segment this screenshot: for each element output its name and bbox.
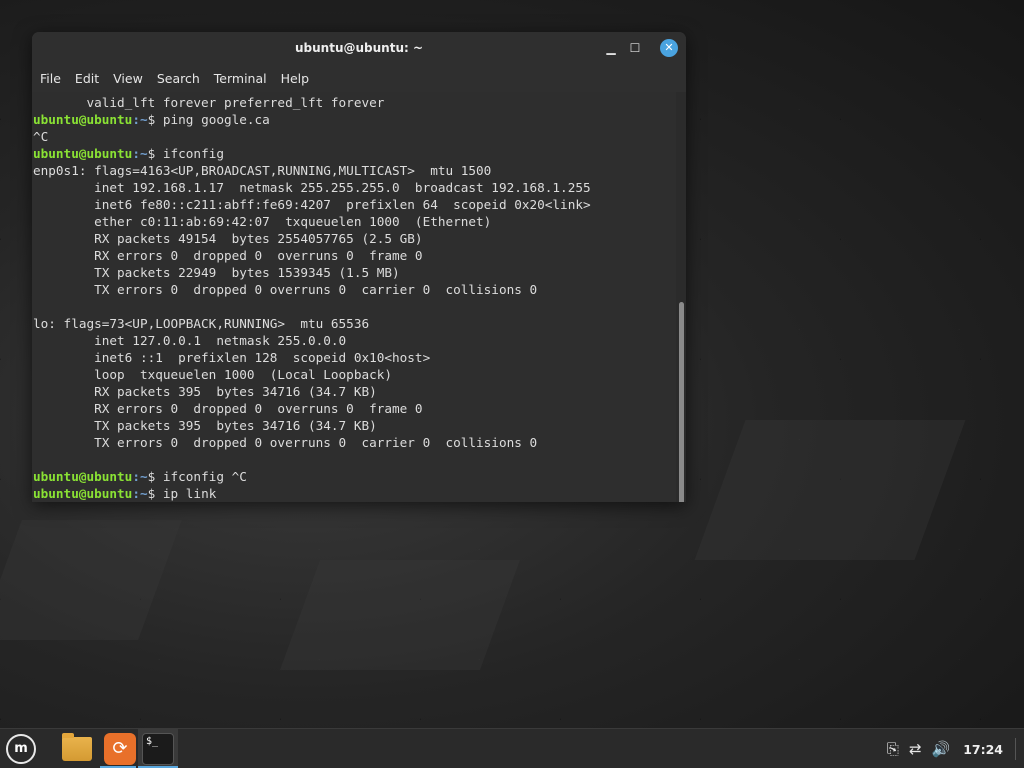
line-text: ether c0:11:ab:69:42:07 txqueuelen 1000 … bbox=[33, 214, 492, 229]
scrollbar-thumb[interactable] bbox=[679, 302, 684, 502]
mint-menu-button[interactable]: m bbox=[6, 734, 36, 764]
close-icon: ✕ bbox=[664, 41, 674, 54]
prompt-user: ubuntu@ubuntu bbox=[33, 146, 133, 161]
folder-icon bbox=[62, 733, 74, 738]
line-text: valid_lft forever preferred_lft forever bbox=[33, 95, 385, 110]
terminal-line: valid_lft forever preferred_lft forever bbox=[33, 94, 676, 111]
terminal-line: inet 192.168.1.17 netmask 255.255.255.0 … bbox=[33, 179, 676, 196]
menu-search[interactable]: Search bbox=[151, 71, 206, 86]
window-titlebar[interactable]: ubuntu@ubuntu: ~ ▁ ☐ ✕ bbox=[32, 32, 686, 64]
line-text: enp0s1: flags=4163<UP,BROADCAST,RUNNING,… bbox=[33, 163, 492, 178]
window-title: ubuntu@ubuntu: ~ bbox=[294, 41, 424, 55]
files-launcher-button[interactable] bbox=[62, 733, 92, 761]
line-text: RX packets 49154 bytes 2554057765 (2.5 G… bbox=[33, 231, 423, 246]
prompt-user: ubuntu@ubuntu bbox=[33, 112, 133, 127]
maximize-button[interactable]: ☐ bbox=[626, 39, 644, 57]
terminal-output[interactable]: valid_lft forever preferred_lft forever u… bbox=[32, 92, 676, 502]
prompt-path: :~ bbox=[132, 469, 148, 484]
line-text: lo: flags=73<UP,LOOPBACK,RUNNING> mtu 65… bbox=[33, 316, 370, 331]
terminal-line: inet 127.0.0.1 netmask 255.0.0.0 bbox=[33, 332, 676, 349]
terminal-line: ubuntu@ubuntu:~$ ip link bbox=[33, 485, 676, 502]
minimize-icon: ▁ bbox=[606, 41, 616, 55]
prompt-path: :~ bbox=[132, 112, 148, 127]
terminal-line: ether c0:11:ab:69:42:07 txqueuelen 1000 … bbox=[33, 213, 676, 230]
prompt-user: ubuntu@ubuntu bbox=[33, 469, 133, 484]
menu-file[interactable]: File bbox=[34, 71, 67, 86]
desktop-wallpaper-shape bbox=[694, 420, 966, 560]
update-manager-button[interactable]: ⟳ bbox=[104, 733, 136, 765]
menu-help[interactable]: Help bbox=[275, 71, 316, 86]
terminal-line: inet6 fe80::c211:abff:fe69:4207 prefixle… bbox=[33, 196, 676, 213]
clipboard-icon[interactable]: ⎘ bbox=[887, 740, 899, 758]
terminal-line: lo: flags=73<UP,LOOPBACK,RUNNING> mtu 65… bbox=[33, 315, 676, 332]
terminal-line: TX errors 0 dropped 0 overruns 0 carrier… bbox=[33, 434, 676, 451]
terminal-text: valid_lft forever preferred_lft forever u… bbox=[32, 92, 676, 502]
desktop-wallpaper-shape bbox=[279, 560, 521, 670]
line-text: RX packets 395 bytes 34716 (34.7 KB) bbox=[33, 384, 377, 399]
menu-terminal[interactable]: Terminal bbox=[208, 71, 273, 86]
show-desktop-divider[interactable] bbox=[1015, 738, 1016, 760]
taskbar: m ⟳ $_ ⎘ ⇄ 🔊 17:24 bbox=[0, 728, 1024, 768]
line-text: inet 192.168.1.17 netmask 255.255.255.0 … bbox=[33, 180, 591, 195]
line-text: loop txqueuelen 1000 (Local Loopback) bbox=[33, 367, 393, 382]
terminal-line: TX packets 22949 bytes 1539345 (1.5 MB) bbox=[33, 264, 676, 281]
prompt-user: ubuntu@ubuntu bbox=[33, 486, 133, 501]
clock[interactable]: 17:24 bbox=[963, 742, 1003, 757]
line-text: $ ip link bbox=[147, 486, 217, 501]
terminal-task-button[interactable]: $_ bbox=[142, 733, 174, 765]
terminal-line: RX packets 49154 bytes 2554057765 (2.5 G… bbox=[33, 230, 676, 247]
volume-icon[interactable]: 🔊 bbox=[932, 740, 951, 758]
terminal-line: ^C bbox=[33, 128, 676, 145]
line-text: TX errors 0 dropped 0 overruns 0 carrier… bbox=[33, 435, 538, 450]
terminal-line: loop txqueuelen 1000 (Local Loopback) bbox=[33, 366, 676, 383]
terminal-icon: $_ bbox=[146, 736, 159, 747]
line-text: TX packets 22949 bytes 1539345 (1.5 MB) bbox=[33, 265, 400, 280]
line-text: inet 127.0.0.1 netmask 255.0.0.0 bbox=[33, 333, 347, 348]
line-text: $ ifconfig bbox=[147, 146, 224, 161]
line-text: RX errors 0 dropped 0 overruns 0 frame 0 bbox=[33, 248, 423, 263]
terminal-line: RX errors 0 dropped 0 overruns 0 frame 0 bbox=[33, 247, 676, 264]
menu-edit[interactable]: Edit bbox=[69, 71, 105, 86]
terminal-line: ubuntu@ubuntu:~$ ping google.ca bbox=[33, 111, 676, 128]
terminal-line: ubuntu@ubuntu:~$ ifconfig ^C bbox=[33, 468, 676, 485]
prompt-path: :~ bbox=[132, 146, 148, 161]
minimize-button[interactable]: ▁ bbox=[602, 39, 620, 57]
line-text: TX errors 0 dropped 0 overruns 0 carrier… bbox=[33, 282, 538, 297]
prompt-path: :~ bbox=[132, 486, 148, 501]
menu-bar: File Edit View Search Terminal Help bbox=[32, 64, 686, 92]
terminal-line: RX packets 395 bytes 34716 (34.7 KB) bbox=[33, 383, 676, 400]
scrollbar-track[interactable] bbox=[676, 92, 686, 502]
terminal-window[interactable]: ubuntu@ubuntu: ~ ▁ ☐ ✕ File Edit View Se… bbox=[32, 32, 686, 502]
mint-logo-icon: m bbox=[14, 741, 28, 756]
update-icon: ⟳ bbox=[112, 738, 128, 759]
line-text: RX errors 0 dropped 0 overruns 0 frame 0 bbox=[33, 401, 423, 416]
desktop-wallpaper-shape bbox=[0, 520, 182, 640]
line-text: TX packets 395 bytes 34716 (34.7 KB) bbox=[33, 418, 377, 433]
menu-view[interactable]: View bbox=[107, 71, 149, 86]
terminal-line: RX errors 0 dropped 0 overruns 0 frame 0 bbox=[33, 400, 676, 417]
network-icon[interactable]: ⇄ bbox=[909, 740, 922, 758]
terminal-line: enp0s1: flags=4163<UP,BROADCAST,RUNNING,… bbox=[33, 162, 676, 179]
terminal-line: TX errors 0 dropped 0 overruns 0 carrier… bbox=[33, 281, 676, 298]
line-text: ^C bbox=[33, 129, 49, 144]
line-text: $ ping google.ca bbox=[147, 112, 270, 127]
terminal-line: inet6 ::1 prefixlen 128 scopeid 0x10<hos… bbox=[33, 349, 676, 366]
line-text: inet6 ::1 prefixlen 128 scopeid 0x10<hos… bbox=[33, 350, 431, 365]
terminal-line: ubuntu@ubuntu:~$ ifconfig bbox=[33, 145, 676, 162]
close-button[interactable]: ✕ bbox=[660, 39, 678, 57]
terminal-line: TX packets 395 bytes 34716 (34.7 KB) bbox=[33, 417, 676, 434]
line-text: $ ifconfig ^C bbox=[147, 469, 247, 484]
maximize-icon: ☐ bbox=[629, 41, 641, 55]
line-text: inet6 fe80::c211:abff:fe69:4207 prefixle… bbox=[33, 197, 591, 212]
system-tray: ⎘ ⇄ 🔊 17:24 bbox=[882, 729, 1024, 768]
